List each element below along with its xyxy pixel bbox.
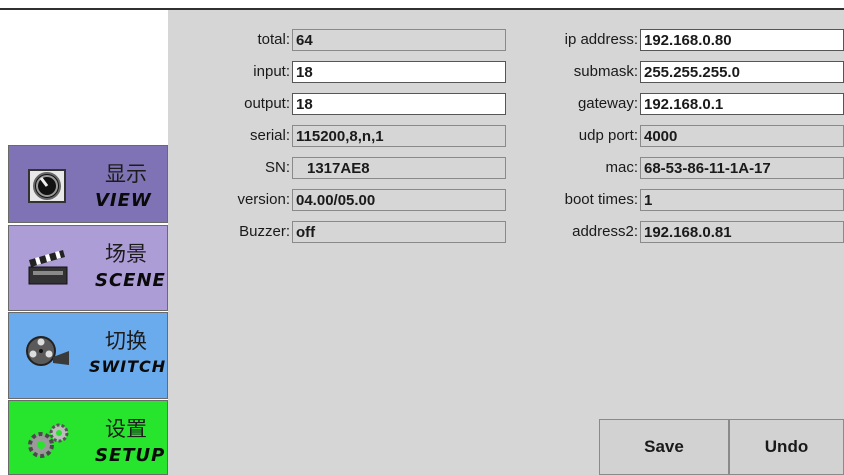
nav-setup-button[interactable]: 设置 SETUP — [8, 400, 168, 475]
mac-value: 68-53-86-11-1A-17 — [640, 157, 844, 179]
submask-field[interactable]: 255.255.255.0 — [640, 61, 844, 83]
udp-port-value: 4000 — [640, 125, 844, 147]
input-label: input: — [253, 63, 290, 80]
nav-switch-button[interactable]: 切换 SWITCH — [8, 312, 168, 399]
total-value: 64 — [292, 29, 506, 51]
gateway-field[interactable]: 192.168.0.1 — [640, 93, 844, 115]
output-label: output: — [244, 95, 290, 112]
nav-setup-cn-label: 设置 — [105, 417, 147, 441]
buzzer-label: Buzzer: — [239, 223, 290, 240]
nav-view-cn-label: 显示 — [105, 162, 147, 186]
udp-port-label: udp port: — [578, 127, 638, 144]
nav-setup-en-label: SETUP — [95, 445, 166, 466]
gateway-label: gateway: — [577, 95, 638, 112]
mac-label: mac: — [605, 159, 638, 176]
total-label: total: — [257, 31, 290, 48]
gears-icon — [23, 419, 73, 463]
submask-label: submask: — [573, 63, 638, 80]
ip-address-field[interactable]: 192.168.0.80 — [640, 29, 844, 51]
serial-label: serial: — [249, 127, 290, 144]
address2-value: 192.168.0.81 — [640, 221, 844, 243]
nav-view-button[interactable]: 显示 VIEW — [8, 145, 168, 223]
dial-icon — [23, 164, 73, 208]
sn-value: 1317AE8 — [292, 157, 506, 179]
nav-view-en-label: VIEW — [95, 190, 152, 211]
clapperboard-icon — [23, 244, 73, 288]
buzzer-value[interactable]: off — [292, 221, 506, 243]
sn-label: SN: — [264, 159, 290, 176]
address2-label: address2: — [572, 223, 638, 240]
boot-times-label: boot times: — [564, 191, 638, 208]
nav-switch-cn-label: 切换 — [105, 329, 147, 353]
output-count-field[interactable]: 18 — [292, 93, 506, 115]
version-label: version: — [237, 191, 290, 208]
nav-scene-cn-label: 场景 — [105, 242, 147, 266]
ip-address-label: ip address: — [564, 31, 638, 48]
film-reel-icon — [23, 331, 73, 375]
nav-scene-button[interactable]: 场景 SCENE — [8, 225, 168, 311]
serial-value: 115200,8,n,1 — [292, 125, 506, 147]
nav-switch-en-label: SWITCH — [89, 357, 167, 376]
nav-scene-en-label: SCENE — [95, 270, 166, 291]
version-value: 04.00/05.00 — [292, 189, 506, 211]
boot-times-value: 1 — [640, 189, 844, 211]
save-button[interactable]: Save — [599, 419, 729, 475]
undo-button[interactable]: Undo — [729, 419, 844, 475]
input-count-field[interactable]: 18 — [292, 61, 506, 83]
